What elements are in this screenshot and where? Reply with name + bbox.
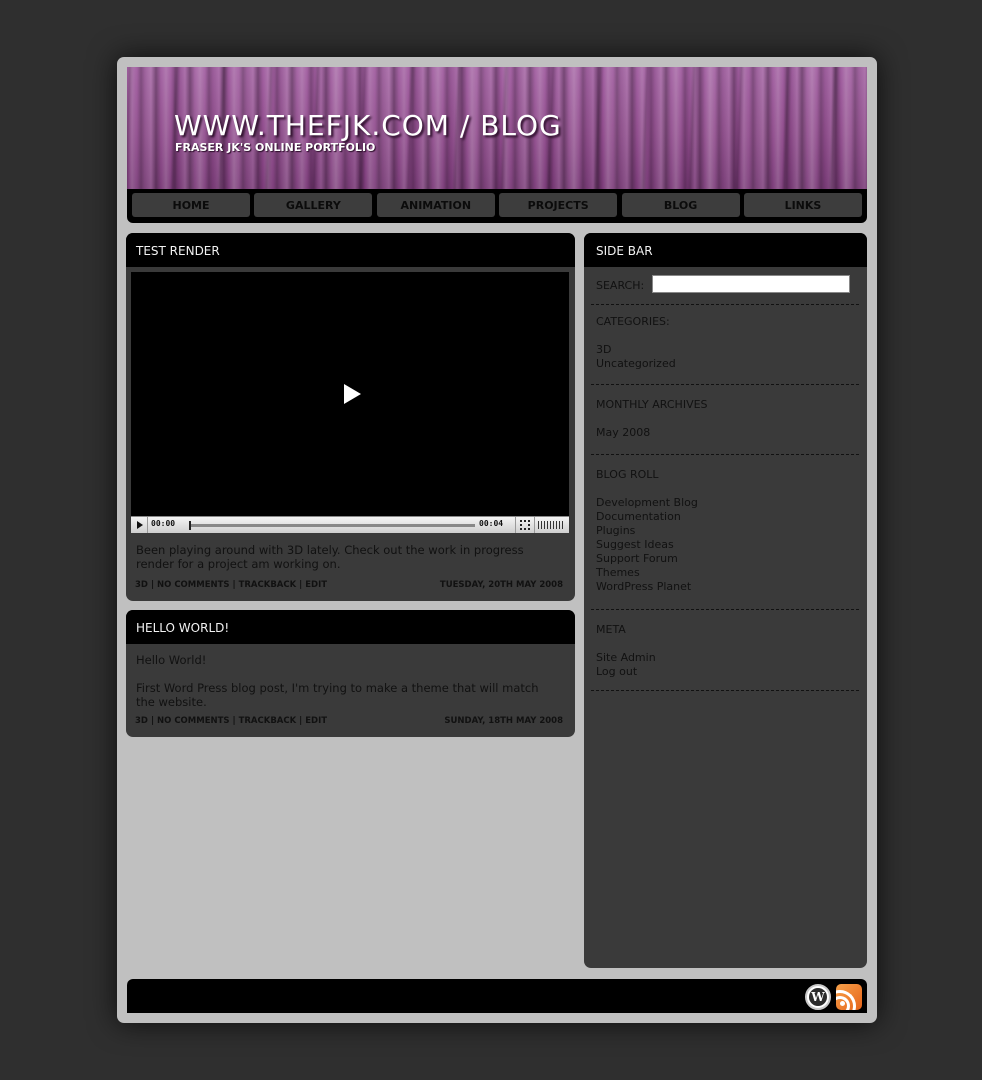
post-hello-world: HELLO WORLD! Hello World! First Word Pre… <box>126 610 575 737</box>
progress-track[interactable] <box>189 524 475 527</box>
main-nav: HOME GALLERY ANIMATION PROJECTS BLOG LIN… <box>127 189 867 223</box>
meta-log-out[interactable]: Log out <box>596 665 637 678</box>
page-container: WWW.THEFJK.COM / BLOG FRASER JK'S ONLINE… <box>117 57 877 1023</box>
rss-dot <box>840 1001 845 1006</box>
category-link[interactable]: 3D <box>135 716 148 726</box>
meta-site-admin[interactable]: Site Admin <box>596 651 656 664</box>
progress-handle[interactable] <box>189 521 191 530</box>
category-link[interactable]: 3D <box>135 580 148 590</box>
category-uncategorized[interactable]: Uncategorized <box>596 357 676 370</box>
video-player[interactable]: 00:00 00:04 <box>131 272 569 533</box>
meta-label: META <box>596 623 626 636</box>
blogroll-wordpress-planet[interactable]: WordPress Planet <box>596 580 691 593</box>
post-date: TUESDAY, 20TH MAY 2008 <box>439 580 563 590</box>
post-body: First Word Press blog post, I'm trying t… <box>136 681 539 709</box>
meta-section: META Site Admin Log out <box>591 610 859 691</box>
site-title[interactable]: WWW.THEFJK.COM / BLOG <box>174 109 562 142</box>
categories-label: CATEGORIES: <box>596 315 670 328</box>
blogroll-support-forum[interactable]: Support Forum <box>596 552 678 565</box>
post-title[interactable]: HELLO WORLD! <box>126 610 575 644</box>
post-body: Been playing around with 3D lately. Chec… <box>136 543 524 571</box>
post-meta-links: 3D | NO COMMENTS | TRACKBACK | EDIT <box>135 716 328 726</box>
duration-time: 00:04 <box>479 519 504 528</box>
nav-home[interactable]: HOME <box>132 193 250 217</box>
search-input[interactable] <box>652 275 850 293</box>
comments-link[interactable]: NO COMMENTS <box>157 580 230 590</box>
blogroll-label: BLOG ROLL <box>596 468 659 481</box>
trackback-link[interactable]: TRACKBACK <box>239 580 297 590</box>
blogroll-suggest-ideas[interactable]: Suggest Ideas <box>596 538 674 551</box>
archive-may-2008[interactable]: May 2008 <box>596 426 650 439</box>
post-test-render: TEST RENDER 00:00 00:04 Been playing aro… <box>126 233 575 601</box>
post-body-line: Hello World! <box>136 653 207 667</box>
control-play-icon[interactable] <box>137 521 143 529</box>
category-3d[interactable]: 3D <box>596 343 611 356</box>
nav-projects[interactable]: PROJECTS <box>499 193 618 217</box>
edit-link[interactable]: EDIT <box>305 716 327 726</box>
nav-animation[interactable]: ANIMATION <box>376 193 495 217</box>
rss-icon[interactable] <box>836 984 862 1010</box>
edit-link[interactable]: EDIT <box>305 580 327 590</box>
blogroll-development-blog[interactable]: Development Blog <box>596 496 698 509</box>
current-time: 00:00 <box>151 519 176 528</box>
blogroll-plugins[interactable]: Plugins <box>596 524 635 537</box>
comments-link[interactable]: NO COMMENTS <box>157 716 230 726</box>
sidebar-title: SIDE BAR <box>584 233 867 267</box>
site-header: WWW.THEFJK.COM / BLOG FRASER JK'S ONLINE… <box>127 67 867 189</box>
volume-icon[interactable] <box>538 521 564 529</box>
categories-section: CATEGORIES: 3D Uncategorized <box>591 305 859 385</box>
play-icon[interactable] <box>344 384 361 404</box>
control-divider <box>515 517 516 533</box>
wordpress-icon[interactable] <box>805 984 831 1010</box>
sidebar: SIDE BAR SEARCH: CATEGORIES: 3D Uncatego… <box>584 233 867 968</box>
nav-blog[interactable]: BLOG <box>621 193 740 217</box>
trackback-link[interactable]: TRACKBACK <box>239 716 297 726</box>
fullscreen-icon[interactable] <box>520 520 530 530</box>
search-label: SEARCH: <box>596 279 645 292</box>
archives-label: MONTHLY ARCHIVES <box>596 398 708 411</box>
post-meta-links: 3D | NO COMMENTS | TRACKBACK | EDIT <box>135 580 328 590</box>
video-controls: 00:00 00:04 <box>131 516 569 533</box>
control-divider <box>147 517 148 533</box>
post-title[interactable]: TEST RENDER <box>126 233 575 267</box>
blogroll-documentation[interactable]: Documentation <box>596 510 681 523</box>
control-divider <box>534 517 535 533</box>
nav-links[interactable]: LINKS <box>743 193 862 217</box>
blogroll-section: BLOG ROLL Development Blog Documentation… <box>591 455 859 610</box>
nav-gallery[interactable]: GALLERY <box>254 193 373 217</box>
blogroll-themes[interactable]: Themes <box>596 566 640 579</box>
archives-section: MONTHLY ARCHIVES May 2008 <box>591 385 859 455</box>
site-footer <box>127 979 867 1013</box>
site-subtitle: FRASER JK'S ONLINE PORTFOLIO <box>175 141 376 154</box>
post-meta: 3D | NO COMMENTS | TRACKBACK | EDIT SUND… <box>135 716 563 726</box>
post-meta: 3D | NO COMMENTS | TRACKBACK | EDIT TUES… <box>135 580 563 590</box>
post-date: SUNDAY, 18TH MAY 2008 <box>444 716 563 726</box>
